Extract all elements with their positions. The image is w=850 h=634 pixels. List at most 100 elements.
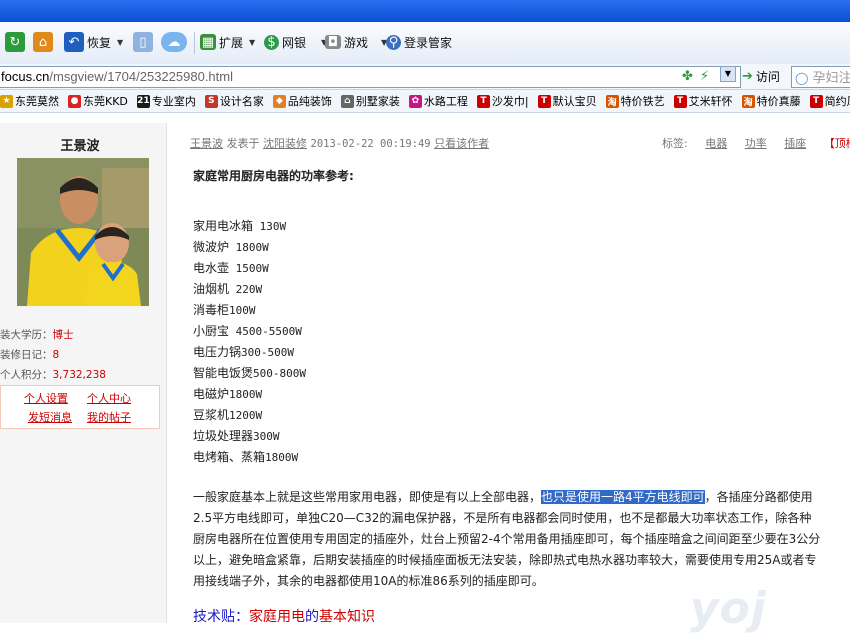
appliance-name: 小厨宝 — [193, 324, 230, 338]
my-posts-link[interactable]: 我的帖子 — [87, 409, 131, 425]
favorites-bar: ★ 东莞莫然 ● 东莞KKD 21 专业室内 S 设计名家 ◆ 品纯装饰 ⌂ 别墅家装 ✿ 水路工程 T 沙发… — [0, 90, 850, 113]
address-input[interactable]: focus.cn/msgview/1704/253225980.html ✤ ⚡ — [0, 66, 741, 88]
appliance-item: 微波炉 1800W — [193, 238, 269, 255]
appliance-name: 微波炉 — [193, 240, 230, 254]
appliance-power: 100W — [229, 304, 256, 317]
favorite-item[interactable]: 淘特价铁艺 — [605, 93, 665, 109]
only-author-link[interactable]: 只看该作者 — [434, 137, 489, 150]
favorite-icon: 淘 — [605, 94, 619, 108]
shield-icon: $ — [264, 34, 279, 50]
favorite-item[interactable]: 21 专业室内 — [136, 93, 196, 109]
appliance-item: 智能电饭煲500-800W — [193, 364, 306, 381]
login-manager-label: 登录管家 — [404, 35, 453, 50]
appliance-name: 消毒柜 — [193, 303, 230, 317]
watermark-logo: yoj — [690, 583, 767, 634]
favorite-item[interactable]: ★ 东莞莫然 — [0, 93, 59, 109]
browser-toolbar: ↻ ⌂ ↶ 恢复 ▼ ▯ ☁ ▦ 扩展 ▼ $ 网银 ▼ ◘ 游戏 ▼ ⚲ 登录… — [0, 22, 850, 65]
favorite-label: 东莞莫然 — [15, 95, 59, 108]
search-placeholder: 孕妇注 — [812, 71, 850, 86]
appliance-power: 500-800W — [253, 367, 306, 380]
gamepad-icon: ◘ — [325, 35, 341, 50]
appliance-name: 电压力锅 — [193, 345, 242, 359]
extend-button[interactable]: ▦ 扩展 ▼ — [200, 30, 255, 54]
search-input[interactable]: ◯ 孕妇注 — [791, 66, 850, 88]
login-manager-button[interactable]: ⚲ 登录管家 — [386, 30, 452, 54]
games-label: 游戏 — [344, 35, 369, 50]
favorite-label: 艾米轩怀 — [688, 95, 733, 108]
favorite-label: 品纯装饰 — [287, 95, 332, 108]
favorite-item[interactable]: T 沙发巾| — [476, 93, 529, 109]
undo-icon: ↶ — [64, 32, 84, 52]
appliance-name: 电烤箱、蒸箱 — [193, 450, 266, 464]
netbank-button[interactable]: $ 网银 ▼ — [264, 30, 327, 54]
tag-link[interactable]: 电器 — [705, 137, 727, 150]
username: 王景波 — [60, 139, 100, 154]
address-dropdown-button[interactable]: ▼ — [720, 66, 736, 82]
lightning-icon[interactable]: ⚡ — [700, 69, 709, 84]
cloud-button[interactable]: ☁ — [161, 30, 187, 54]
home-icon: ⌂ — [33, 32, 53, 52]
chevron-down-icon: ▼ — [724, 69, 732, 78]
compat-icon[interactable]: ✤ — [682, 69, 693, 84]
favorite-icon: T — [809, 94, 823, 108]
address-bar-row: focus.cn/msgview/1704/253225980.html ✤ ⚡… — [0, 64, 850, 90]
avatar[interactable] — [17, 158, 149, 306]
phone-icon: ▯ — [133, 32, 153, 52]
favorite-item[interactable]: T 艾米轩怀 — [673, 93, 733, 109]
favorite-item[interactable]: ◆ 品纯装饰 — [272, 93, 332, 109]
appliance-item: 消毒柜100W — [193, 301, 256, 318]
favorite-item[interactable]: ⌂ 别墅家装 — [340, 93, 400, 109]
selected-text: 也只是使用一路4平方电线即可 — [541, 490, 705, 504]
window-title-bar — [0, 0, 850, 22]
appliance-name: 垃圾处理器 — [193, 429, 254, 443]
favorite-item[interactable]: 淘特价真藤 — [741, 93, 801, 109]
tags-label: 标签: — [662, 137, 688, 150]
appliance-item: 垃圾处理器300W — [193, 427, 280, 444]
forum-link[interactable]: 沈阳装修 — [263, 137, 307, 150]
favorite-item[interactable]: T简约风 — [809, 93, 850, 109]
favorite-item[interactable]: S 设计名家 — [204, 93, 264, 109]
post-heading: 家庭常用厨房电器的功率参考: — [193, 169, 354, 183]
send-message-link[interactable]: 发短消息 — [28, 409, 72, 425]
phone-button[interactable]: ▯ — [133, 30, 153, 54]
favorite-icon: ★ — [0, 94, 13, 108]
post-meta: 王景波 发表于 沈阳装修 2013-02-22 00:19:49 只看该作者 — [190, 135, 489, 151]
tag-link[interactable]: 功率 — [745, 137, 767, 150]
tech-tip-link[interactable]: 技术贴：家庭用电的基本知识 — [193, 606, 375, 626]
visit-label: 访问 — [755, 70, 780, 84]
appliance-name: 电水壶 — [193, 261, 230, 275]
restore-button[interactable]: ↶ 恢复 ▼ — [64, 30, 123, 54]
appliance-power: 1800W — [229, 241, 269, 254]
games-button[interactable]: ◘ 游戏 ▼ — [325, 30, 387, 54]
appliance-power: 1800W — [229, 388, 263, 401]
appliance-name: 家用电冰箱 — [193, 219, 254, 233]
appliance-power: 300W — [253, 430, 280, 443]
refresh-button[interactable]: ↻ — [5, 30, 25, 54]
personal-settings-link[interactable]: 个人设置 — [24, 390, 68, 406]
personal-center-link[interactable]: 个人中心 — [87, 390, 131, 406]
favorite-icon: S — [204, 94, 218, 108]
search-icon: ◯ — [795, 71, 809, 85]
appliance-item: 电烤箱、蒸箱1800W — [193, 448, 298, 465]
appliance-name: 智能电饭煲 — [193, 366, 254, 380]
visit-button[interactable]: ➔ 访问 — [742, 68, 780, 85]
cloud-icon: ☁ — [161, 32, 187, 52]
appliance-power: 1800W — [265, 451, 299, 464]
appliance-item: 电压力锅300-500W — [193, 343, 294, 360]
appliance-power: 300-500W — [241, 346, 294, 359]
favorite-label: 默认宝贝 — [552, 95, 597, 108]
favorite-icon: T — [537, 94, 551, 108]
tag-link[interactable]: 插座 — [784, 137, 806, 150]
netbank-label: 网银 — [282, 35, 307, 50]
favorite-item[interactable]: ✿ 水路工程 — [408, 93, 468, 109]
appliance-item: 豆浆机1200W — [193, 406, 262, 423]
appliance-power: 220W — [229, 283, 263, 296]
favorite-icon: T — [673, 94, 687, 108]
author-link[interactable]: 王景波 — [190, 137, 223, 150]
stat-value: 博士 — [52, 329, 74, 341]
favorite-item[interactable]: ● 东莞KKD — [68, 93, 128, 109]
favorite-label: 别墅家装 — [355, 95, 400, 108]
home-button[interactable]: ⌂ — [33, 30, 53, 54]
favorite-item[interactable]: T 默认宝贝 — [537, 93, 597, 109]
favorite-label: 东莞KKD — [83, 95, 128, 108]
